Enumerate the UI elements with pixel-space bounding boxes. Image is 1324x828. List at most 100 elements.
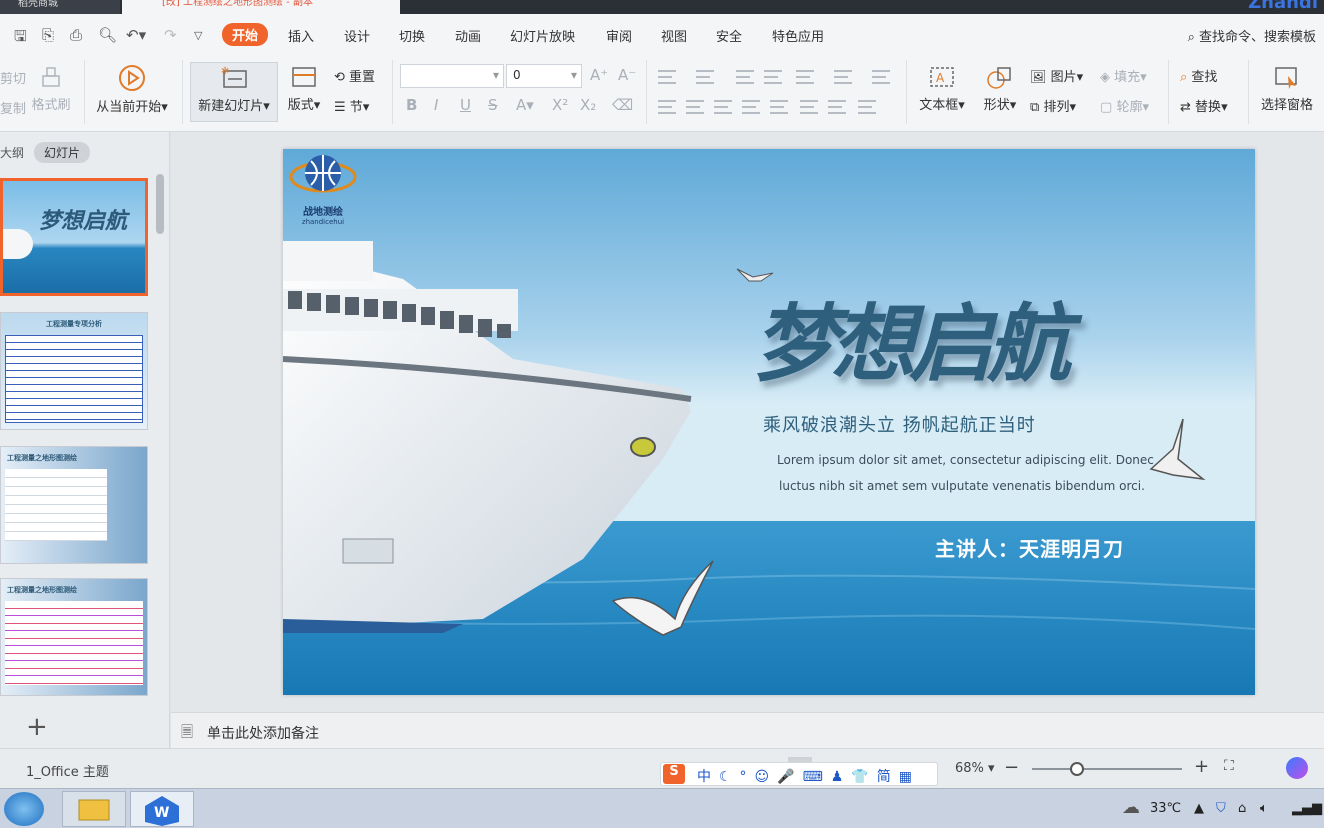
tab-current-document[interactable]: [改] 工程测绘之地形图测绘 - 副本 — [122, 0, 400, 14]
selection-pane-button[interactable]: 选择窗格 — [1256, 66, 1318, 113]
print-preview-icon[interactable]: 🔍︎ — [98, 26, 117, 44]
file-explorer-button[interactable] — [62, 791, 126, 827]
quick-access-dropdown-icon[interactable]: ▽ — [194, 29, 202, 42]
arrange-button[interactable]: ⧉ 排列▾ — [1030, 96, 1076, 115]
notes-icon: 🗏 — [181, 723, 194, 741]
font-size-select[interactable]: 0 ▾ — [506, 64, 582, 88]
decrease-indent-icon[interactable] — [736, 70, 754, 84]
print-icon[interactable]: ⎙ — [70, 26, 82, 44]
slide-thumbnail-4[interactable]: 工程测量之地形图测绘 — [0, 578, 148, 696]
new-slide-button[interactable]: ✲ 新建幻灯片▾ — [190, 62, 278, 122]
bold-icon[interactable]: B — [406, 96, 417, 114]
numbered-list-icon[interactable] — [696, 70, 714, 84]
network-icon[interactable]: ⌂ — [1238, 801, 1246, 816]
paragraph-settings-icon[interactable] — [858, 100, 876, 114]
tab-view[interactable]: 视图 — [661, 26, 687, 45]
tab-transitions[interactable]: 切换 — [399, 26, 425, 45]
increase-indent-icon[interactable] — [764, 70, 782, 84]
outline-button[interactable]: ▢ 轮廓▾ — [1100, 96, 1149, 115]
superscript-icon[interactable]: X² — [552, 96, 568, 114]
export-icon[interactable]: ⎘ — [42, 26, 54, 44]
align-left-icon[interactable] — [658, 100, 676, 114]
section-button[interactable]: ☰ 节▾ — [334, 96, 369, 115]
tab-security[interactable]: 安全 — [716, 26, 742, 45]
distributed-icon[interactable] — [770, 100, 788, 114]
align-text-icon[interactable] — [834, 70, 852, 84]
tray-expand-icon[interactable]: ▲ — [1194, 801, 1204, 816]
decrease-font-icon[interactable]: A⁻ — [618, 66, 636, 84]
font-color-icon[interactable]: A▾ — [516, 96, 534, 114]
undo-icon[interactable]: ↶▾ — [126, 26, 146, 44]
command-search[interactable]: ⌕ 查找命令、搜索模板 — [1188, 26, 1316, 45]
line-spacing-icon[interactable] — [800, 100, 818, 114]
picture-button[interactable]: 🖼︎ 图片▾ — [1030, 66, 1083, 85]
fill-button[interactable]: ◈ 填充▾ — [1100, 66, 1147, 85]
columns-icon[interactable] — [872, 70, 890, 84]
ime-tool-icons[interactable]: 中☾°☺🎤⌨♟👕简▦ — [697, 766, 920, 786]
logo-text: 战地测绘 — [303, 207, 343, 218]
copy-button[interactable]: 复制 — [0, 98, 26, 117]
underline-icon[interactable]: U — [460, 96, 471, 114]
current-slide[interactable]: 战地测绘 zhandicehui 梦想启航 乘风破浪潮头立 扬帆起航正当时 Lo… — [283, 149, 1255, 695]
tab-outline[interactable]: 大纲 — [0, 144, 24, 161]
strikethrough-icon[interactable]: S — [488, 96, 498, 114]
assistant-icon[interactable] — [1286, 757, 1308, 779]
tab-review[interactable]: 审阅 — [606, 26, 632, 45]
cut-button[interactable]: 剪切 — [0, 68, 26, 87]
start-button[interactable] — [4, 792, 44, 826]
tab-docer-store[interactable]: 稻壳商城 — [0, 0, 120, 14]
zoom-out-icon[interactable]: − — [1004, 757, 1019, 778]
find-button[interactable]: ⌕ 查找 — [1180, 66, 1217, 85]
replace-button[interactable]: ⇄ 替换▾ — [1180, 96, 1228, 115]
font-name-select[interactable]: ▾ — [400, 64, 504, 88]
clear-format-icon[interactable]: ⌫ — [612, 96, 633, 114]
paragraph-spacing-icon[interactable] — [828, 100, 846, 114]
notes-pane[interactable]: 🗏 单击此处添加备注 — [171, 712, 1324, 748]
zoom-in-icon[interactable]: + — [1194, 756, 1209, 777]
justify-icon[interactable] — [742, 100, 760, 114]
italic-icon[interactable]: I — [434, 96, 438, 114]
bullet-list-icon[interactable] — [658, 70, 676, 84]
tab-home[interactable]: 开始 — [222, 23, 269, 46]
wps-taskbar-button[interactable]: W — [130, 791, 194, 827]
picture-label: 图片 — [1050, 70, 1077, 85]
divider — [646, 60, 647, 124]
layout-button[interactable]: 版式▾ — [284, 66, 324, 113]
tab-slides[interactable]: 幻灯片 — [34, 142, 91, 163]
save-icon[interactable]: 🖫 — [14, 26, 27, 51]
tab-slideshow[interactable]: 幻灯片放映 — [510, 26, 575, 45]
temperature: 33℃ — [1150, 801, 1182, 816]
thumb-title: 工程测量专项分析 — [46, 320, 102, 328]
shape-button[interactable]: 形状▾ — [978, 66, 1022, 113]
thumbnail-scrollbar[interactable] — [156, 174, 164, 234]
slide-thumbnail-1[interactable]: 梦想启航 — [0, 178, 148, 296]
security-shield-icon[interactable]: ⛉ — [1216, 801, 1226, 816]
align-center-icon[interactable] — [686, 100, 704, 114]
subscript-icon[interactable]: X₂ — [580, 96, 596, 114]
tab-animations[interactable]: 动画 — [455, 26, 481, 45]
add-slide-plus-icon[interactable]: + — [26, 712, 48, 742]
tab-insert[interactable]: 插入 — [288, 26, 314, 45]
tab-special-apps[interactable]: 特色应用 — [772, 26, 824, 45]
reset-button[interactable]: ⟲ 重置 — [334, 66, 375, 85]
signal-icon[interactable]: ▂▄▆ — [1292, 801, 1322, 816]
format-painter-button[interactable]: 格式刷 — [28, 66, 74, 113]
redo-icon[interactable]: ↷ — [164, 26, 177, 44]
increase-font-icon[interactable]: A⁺ — [590, 66, 608, 84]
weather-icon[interactable]: ☁ — [1122, 797, 1140, 818]
zoom-level[interactable]: 68% ▾ — [955, 761, 995, 776]
sogou-icon[interactable]: S — [663, 764, 685, 784]
folder-icon — [78, 799, 110, 821]
zoom-slider[interactable] — [1032, 762, 1182, 776]
align-right-icon[interactable] — [714, 100, 732, 114]
text-direction-icon[interactable] — [796, 70, 814, 84]
text-box-button[interactable]: A 文本框▾ — [914, 66, 970, 113]
ime-toolbar[interactable]: S 中☾°☺🎤⌨♟👕简▦ — [660, 762, 938, 786]
slide-thumbnail-3[interactable]: 工程测量之地形图测绘 — [0, 446, 148, 564]
fit-window-icon[interactable]: ⛶ — [1224, 758, 1234, 774]
from-current-slide-button[interactable]: 从当前开始▾ — [92, 64, 172, 115]
volume-icon[interactable]: 🔈︎ — [1260, 801, 1268, 816]
tab-design[interactable]: 设计 — [344, 26, 370, 45]
zoom-slider-knob[interactable] — [1070, 762, 1084, 776]
slide-thumbnail-2[interactable]: 工程测量专项分析 — [0, 312, 148, 430]
